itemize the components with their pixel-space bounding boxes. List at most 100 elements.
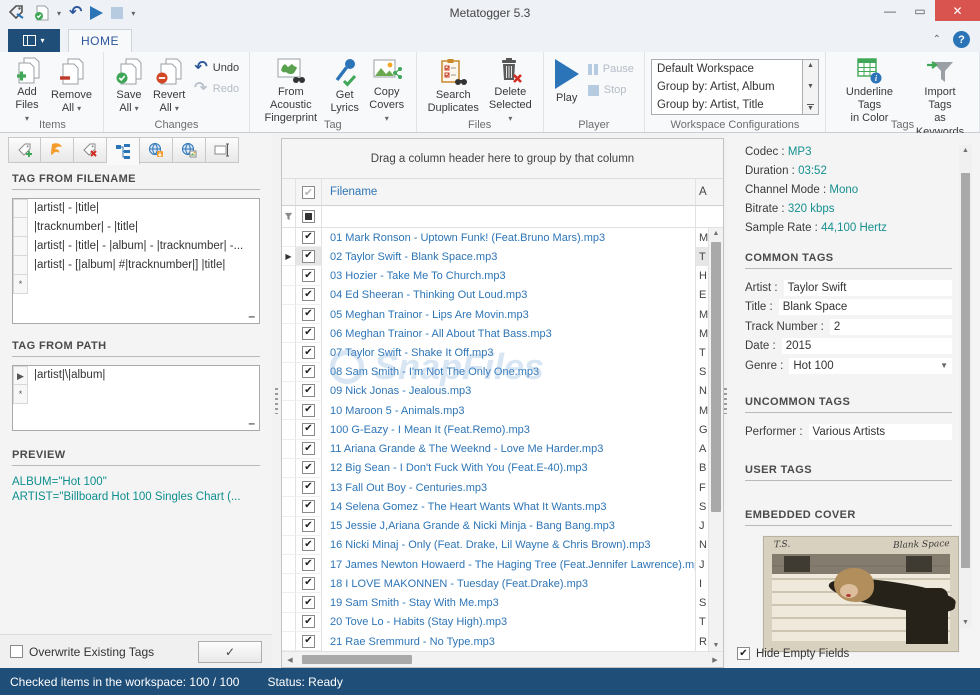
acoustic-fingerprint-button[interactable]: From Acoustic Fingerprint: [256, 55, 325, 124]
play-button[interactable]: Play: [550, 55, 584, 116]
tag-field-input[interactable]: 2015▼: [781, 338, 952, 355]
filter-checkbox[interactable]: [296, 206, 322, 227]
table-row[interactable]: ✔ 100 G-Eazy - I Mean It (Feat.Remo).mp3…: [282, 420, 708, 440]
pattern-row[interactable]: ▶ |artist|\|album|: [13, 366, 259, 385]
row-checkbox[interactable]: ✔: [296, 285, 322, 305]
table-row[interactable]: ✔ 19 Sam Smith - Stay With Me.mp3 S: [282, 593, 708, 613]
pattern-row[interactable]: |artist| - |title| - |album| - |tracknum…: [13, 237, 259, 256]
scroll-down-icon[interactable]: ▼: [709, 642, 723, 649]
table-row[interactable]: ✔ 21 Rae Sremmurd - No Type.mp3 R: [282, 631, 708, 652]
row-checkbox[interactable]: ✔: [296, 478, 322, 498]
row-checkbox[interactable]: ✔: [296, 247, 322, 267]
table-row[interactable]: ✔ 15 Jessie J,Ariana Grande & Nicki Minj…: [282, 516, 708, 536]
table-row[interactable]: ✔ 10 Maroon 5 - Animals.mp3 M: [282, 401, 708, 421]
table-row[interactable]: ✔ 17 James Newton Howaerd - The Haging T…: [282, 554, 708, 575]
filename-cell[interactable]: 02 Taylor Swift - Blank Space.mp3: [322, 247, 695, 266]
vertical-scroll-thumb[interactable]: [711, 242, 721, 512]
minimize-button[interactable]: —: [875, 0, 905, 21]
filename-cell[interactable]: 19 Sam Smith - Stay With Me.mp3: [322, 593, 695, 612]
table-row[interactable]: ✔ 20 Tove Lo - Habits (Stay High).mp3 T: [282, 612, 708, 632]
new-pattern-row[interactable]: *: [13, 385, 259, 404]
workspace-option[interactable]: Group by: Artist, Title: [652, 96, 802, 114]
tab-add-tag[interactable]: [8, 137, 41, 163]
pause-button[interactable]: Pause: [587, 63, 634, 75]
table-row[interactable]: ✔ 01 Mark Ronson - Uptown Funk! (Feat.Br…: [282, 228, 708, 248]
filename-cell[interactable]: 11 Ariana Grande & The Weeknd - Love Me …: [322, 440, 695, 459]
filename-cell[interactable]: 100 G-Eazy - I Mean It (Feat.Remo).mp3: [322, 420, 695, 439]
row-checkbox[interactable]: ✔: [296, 401, 322, 421]
redo-button[interactable]: ↶ Redo: [194, 80, 239, 97]
panel-scroll-thumb[interactable]: [961, 173, 970, 568]
play-quick-icon[interactable]: [90, 4, 104, 22]
row-checkbox[interactable]: ✔: [296, 593, 322, 613]
row-checkbox[interactable]: ✔: [296, 343, 322, 363]
filename-cell[interactable]: 03 Hozier - Take Me To Church.mp3: [322, 266, 695, 285]
row-checkbox[interactable]: ✔: [296, 554, 322, 575]
pattern-row[interactable]: |artist| - |title|: [13, 199, 259, 218]
tag-field-input[interactable]: Hot 100 ▼: [789, 357, 952, 374]
row-checkbox[interactable]: ✔: [296, 228, 322, 248]
table-row[interactable]: ✔ 03 Hozier - Take Me To Church.mp3 H: [282, 266, 708, 286]
save-all-button[interactable]: Save All ▾: [110, 55, 148, 116]
row-checkbox[interactable]: ✔: [296, 631, 322, 652]
check-all-checkbox[interactable]: ✔: [296, 179, 322, 205]
group-by-hint[interactable]: Drag a column header here to group by th…: [282, 139, 723, 179]
qat-customize-icon[interactable]: ▾: [131, 9, 135, 18]
pattern-row[interactable]: |artist| - [|album| #|tracknumber|] |tit…: [13, 256, 259, 275]
add-files-button[interactable]: Add Files ▾: [8, 55, 46, 123]
workspace-list[interactable]: Default Workspace Group by: Artist, Album…: [650, 59, 803, 115]
horizontal-scroll-thumb[interactable]: [302, 655, 412, 664]
filename-patterns-listbox[interactable]: |artist| - |title| |tracknumber| - |titl…: [12, 198, 260, 324]
filename-cell[interactable]: 13 Fall Out Boy - Centuries.mp3: [322, 478, 695, 497]
table-row[interactable]: ✔ 13 Fall Out Boy - Centuries.mp3 F: [282, 478, 708, 498]
pattern-row[interactable]: |tracknumber| - |title|: [13, 218, 259, 237]
table-row[interactable]: ▶ ✔ 02 Taylor Swift - Blank Space.mp3 T: [282, 247, 708, 267]
new-pattern-row[interactable]: *: [13, 275, 259, 294]
filename-cell[interactable]: 21 Rae Sremmurd - No Type.mp3: [322, 632, 695, 651]
row-checkbox[interactable]: ✔: [296, 324, 322, 344]
filter-filename-cell[interactable]: [322, 206, 695, 227]
scroll-left-icon[interactable]: ◀: [282, 652, 298, 667]
table-row[interactable]: ✔ 18 I LOVE MAKONNEN - Tuesday (Feat.Dra…: [282, 574, 708, 594]
close-button[interactable]: ✕: [935, 0, 980, 21]
scroll-up-icon[interactable]: ▲: [807, 62, 814, 69]
undo-button[interactable]: ↶ Undo: [194, 60, 239, 76]
save-all-quick-icon[interactable]: [33, 4, 49, 22]
filename-cell[interactable]: 17 James Newton Howaerd - The Haging Tre…: [322, 555, 695, 574]
filename-cell[interactable]: 08 Sam Smith - I'm Not The Only One.mp3: [322, 363, 695, 382]
scroll-down-icon[interactable]: ▼: [807, 83, 814, 90]
dropdown-icon[interactable]: ▼: [940, 358, 948, 374]
undo-quick-icon[interactable]: ↶: [69, 4, 82, 22]
tab-auto-tag[interactable]: [41, 137, 74, 163]
apply-tags-button[interactable]: ✓: [198, 640, 262, 663]
filename-cell[interactable]: 10 Maroon 5 - Animals.mp3: [322, 401, 695, 420]
table-row[interactable]: ✔ 04 Ed Sheeran - Thinking Out Loud.mp3 …: [282, 285, 708, 305]
application-menu-button[interactable]: ▾: [8, 29, 60, 52]
tag-field-input[interactable]: Various Artists▼: [808, 424, 952, 441]
filename-cell[interactable]: 12 Big Sean - I Don't Fuck With You (Fea…: [322, 459, 695, 478]
panel-scrollbar[interactable]: ▲ ▼: [959, 145, 972, 628]
row-checkbox[interactable]: ✔: [296, 516, 322, 536]
help-icon[interactable]: ?: [953, 31, 970, 48]
row-checkbox[interactable]: ✔: [296, 362, 322, 382]
row-checkbox[interactable]: ✔: [296, 497, 322, 517]
workspace-list-scrollbar[interactable]: ▲ ▼ ▼: [802, 59, 819, 115]
underline-tags-button[interactable]: i Underline Tags in Color: [832, 55, 907, 124]
filename-cell[interactable]: 15 Jessie J,Ariana Grande & Nicki Minja …: [322, 517, 695, 536]
gallery-expand-icon[interactable]: ▼: [806, 104, 814, 112]
row-checkbox[interactable]: ✔: [296, 574, 322, 594]
filter-funnel-icon[interactable]: [282, 206, 296, 227]
scroll-down-icon[interactable]: ▼: [959, 619, 972, 626]
listbox-resize-grip[interactable]: –: [248, 416, 255, 430]
filename-cell[interactable]: 16 Nicki Minaj - Only (Feat. Drake, Lil …: [322, 536, 695, 555]
revert-all-button[interactable]: Revert All ▾: [148, 55, 190, 116]
vertical-scrollbar[interactable]: ▲ ▼: [708, 228, 723, 651]
filename-cell[interactable]: 06 Meghan Trainor - All About That Bass.…: [322, 324, 695, 343]
tag-field-input[interactable]: Taylor Swift▼: [783, 279, 952, 296]
filename-cell[interactable]: 05 Meghan Trainor - Lips Are Movin.mp3: [322, 305, 695, 324]
table-row[interactable]: ✔ 11 Ariana Grande & The Weeknd - Love M…: [282, 439, 708, 459]
tab-covers-from-internet[interactable]: [173, 137, 206, 163]
import-tags-button[interactable]: Import Tags as Keywords: [907, 55, 973, 138]
table-row[interactable]: ✔ 07 Taylor Swift - Shake It Off.mp3 T: [282, 343, 708, 363]
scroll-up-icon[interactable]: ▲: [959, 147, 972, 154]
